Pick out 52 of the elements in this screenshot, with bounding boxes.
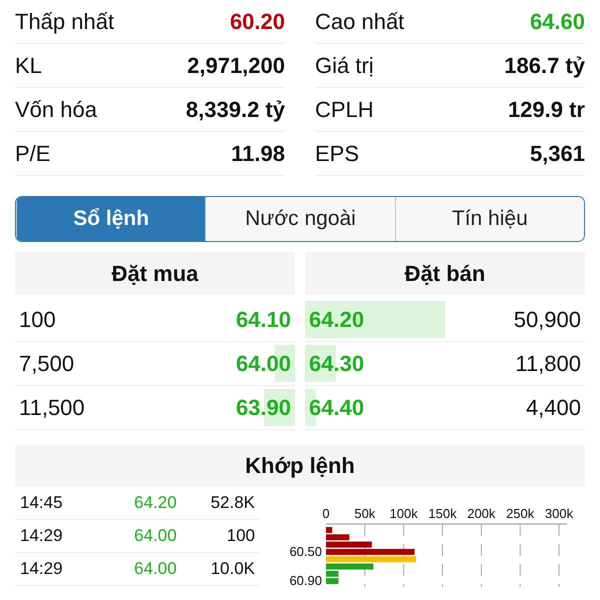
ask-price: 64.20 (309, 306, 364, 332)
column-header: Đặt bán (305, 252, 585, 295)
axis-tick-label: 0 (322, 506, 330, 521)
ask-volume: 4,400 (526, 394, 581, 420)
axis-tick-label: 50k (354, 506, 376, 521)
stat-label: KL (15, 52, 42, 78)
trade-price: 64.20 (133, 493, 177, 513)
axis-tick-label: 300k (544, 506, 574, 521)
bid-price: 64.00 (236, 350, 291, 376)
ask-price: 64.40 (309, 394, 364, 420)
stat-label: EPS (315, 140, 360, 166)
stat-value: 186.7 tỷ (504, 52, 585, 78)
trade-time: 14:29 (20, 526, 64, 546)
trade-time: 14:45 (20, 493, 64, 513)
stat-value: 11.98 (231, 140, 285, 166)
bid-price: 64.10 (236, 306, 291, 332)
tab[interactable]: Nước ngoài (205, 197, 395, 241)
stat-value: 64.60 (530, 8, 585, 34)
trade-volume: 100 (226, 526, 255, 546)
axis-tick-label: 100k (390, 506, 418, 521)
trade-price: 64.00 (133, 559, 177, 579)
stat-value: 5,361 (530, 140, 585, 166)
price-label: 60.90 (289, 573, 322, 587)
stat-label: Giá trị (315, 52, 374, 78)
ask-volume: 50,900 (514, 306, 581, 332)
section-title: Khớp lệnh (15, 445, 585, 487)
stat-value: 60.20 (230, 8, 285, 34)
axis-tick-label: 250k (506, 506, 534, 521)
trade-price: 64.00 (133, 526, 177, 546)
tab[interactable]: Sổ lệnh (16, 197, 206, 241)
column-header: Đặt mua (15, 252, 295, 295)
stat-label: Vốn hóa (15, 96, 97, 122)
trade-volume: 52.8K (210, 493, 255, 513)
stat-label: P/E (15, 140, 50, 166)
stat-label: Thấp nhất (15, 8, 114, 34)
bid-volume: 100 (19, 306, 56, 332)
trade-time: 14:29 (20, 559, 64, 579)
bid-volume: 11,500 (19, 394, 85, 420)
stat-label: Cao nhất (315, 8, 404, 34)
axis-tick-label: 200k (467, 506, 496, 521)
ask-price: 64.30 (309, 350, 364, 376)
stat-value: 8,339.2 tỷ (186, 96, 285, 122)
trade-volume: 10.0K (210, 559, 255, 579)
tab[interactable]: Tín hiệu (394, 197, 584, 241)
bid-price: 63.90 (236, 394, 291, 420)
bid-volume: 7,500 (19, 350, 74, 376)
axis-tick-label: 150k (428, 506, 457, 521)
stat-label: CPLH (315, 96, 374, 122)
ask-volume: 11,800 (515, 350, 581, 376)
stat-value: 129.9 tr (508, 96, 585, 122)
price-label: 60.50 (289, 544, 322, 559)
stat-value: 2,971,200 (187, 52, 285, 78)
